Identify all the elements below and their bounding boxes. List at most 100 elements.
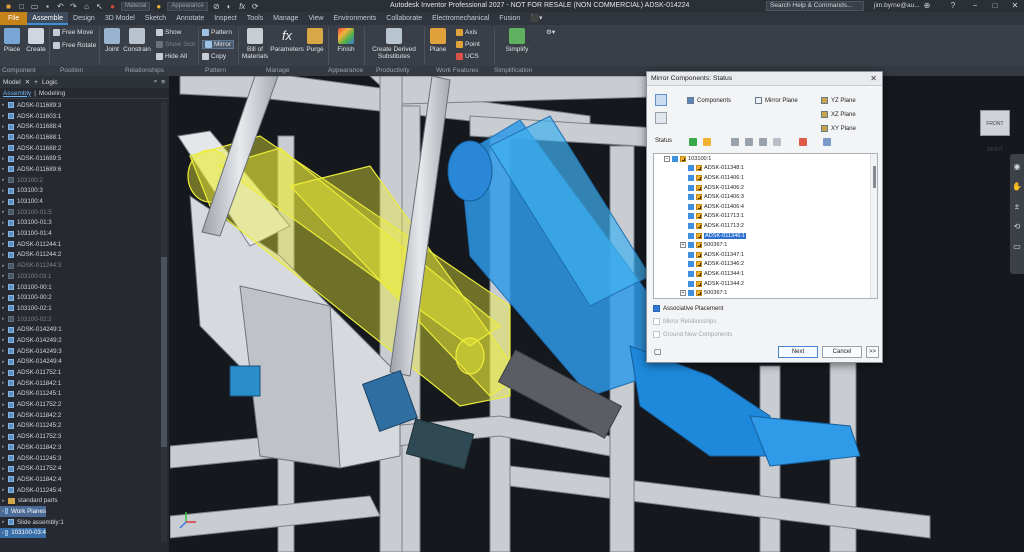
browser-tree-item[interactable]: ▸ ADSK-011245:1 <box>0 389 168 400</box>
tab-collaborate[interactable]: Collaborate <box>381 12 427 25</box>
tab-3d-model[interactable]: 3D Model <box>100 12 140 25</box>
browser-tree-item[interactable]: ▸ ADSK-011842:4 <box>0 474 168 485</box>
tab-fusion[interactable]: Fusion <box>494 12 525 25</box>
mirror-tree-item[interactable]: ADSK-011713:2 <box>654 221 877 231</box>
mirror-status-icon[interactable] <box>696 213 702 220</box>
expand-more-button[interactable]: >> <box>866 346 879 358</box>
appearance-ball-icon[interactable]: ● <box>154 2 163 11</box>
cart-icon[interactable]: ⊕ <box>920 0 934 12</box>
pan-hand-icon[interactable]: ✋ <box>1010 180 1024 194</box>
browser-tree-item[interactable]: ▸ ADSK-011689:3 <box>0 100 168 111</box>
mirror-tree-item[interactable]: ADSK-011346:2 <box>654 260 877 270</box>
constrain-button[interactable]: Constrain <box>123 28 151 53</box>
simplify-button[interactable]: Simplify <box>503 28 531 53</box>
mirror-status-icon[interactable] <box>696 270 702 277</box>
panel-label-position[interactable]: Position <box>60 67 83 74</box>
browser-tree-item[interactable]: ▸ ADSK-011689:5 <box>0 153 168 164</box>
open-folder-icon[interactable]: ▭ <box>30 2 39 11</box>
mirror-status-icon[interactable] <box>680 155 686 162</box>
browser-tree-item[interactable]: ▸ ADSK-011244:1 <box>0 239 168 250</box>
status-mirror-alt-icon[interactable] <box>759 138 767 146</box>
tree-expander-icon[interactable]: + <box>680 242 686 249</box>
dialog-close-icon[interactable]: ✕ <box>870 74 877 83</box>
browser-tree-item[interactable]: ▸ ADSK-011244:2 <box>0 250 168 261</box>
place-button[interactable]: Place <box>3 28 21 53</box>
mirror-tree-item[interactable]: ADSK-011406:3 <box>654 192 877 202</box>
assembly-3d-view[interactable] <box>170 76 1024 552</box>
browser-tree-item[interactable]: ▸ 103100:03:1 <box>0 271 168 282</box>
clear-override-icon[interactable]: ⊘ <box>212 2 221 11</box>
adjust-icon[interactable]: ◐ <box>225 2 234 11</box>
file-names-tab-icon[interactable] <box>655 112 667 124</box>
maximize-icon[interactable]: □ <box>988 0 1002 12</box>
status-preview-icon[interactable] <box>823 138 831 146</box>
panel-label-pattern[interactable]: Pattern <box>205 67 226 74</box>
new-file-icon[interactable]: □ <box>17 2 26 11</box>
undo-icon[interactable]: ↶ <box>56 2 65 11</box>
tab-tools[interactable]: Tools <box>242 12 268 25</box>
mirror-status-icon[interactable] <box>696 222 702 229</box>
redo-icon[interactable]: ↷ <box>69 2 78 11</box>
ground-new-components-box[interactable] <box>653 331 660 338</box>
look-at-icon[interactable]: ▭ <box>1010 240 1024 254</box>
browser-tree-item[interactable]: ▸ ADSK-011842:1 <box>0 378 168 389</box>
tree-expander-icon[interactable]: − <box>664 155 670 162</box>
mirror-status-icon[interactable] <box>696 242 702 249</box>
mirror-tree-item[interactable]: ADSK-011713:1 <box>654 212 877 222</box>
update-icon[interactable]: ⟳ <box>251 2 260 11</box>
minimize-icon[interactable]: − <box>968 0 982 12</box>
create-button[interactable]: Create <box>25 28 47 53</box>
free-move-button[interactable]: Free Move <box>53 29 93 36</box>
tab-view[interactable]: View <box>303 12 328 25</box>
show-sick-button[interactable]: Show Sick <box>156 41 195 48</box>
browser-tree-item[interactable]: ▸ 103100-01:5 <box>0 207 168 218</box>
dialog-tree-scrollbar[interactable] <box>870 154 877 298</box>
browser-tree-item[interactable]: ▸ 103100-02:2 <box>0 314 168 325</box>
orbit-icon[interactable]: ⟲ <box>1010 220 1024 234</box>
browser-tree-item[interactable]: ▸ ADSK-014249:1 <box>0 324 168 335</box>
mirror-tree-item[interactable]: +500367:1 <box>654 288 877 298</box>
browser-tree-item[interactable]: ▸ 103100-00:1 <box>0 282 168 293</box>
color-icon[interactable]: ● <box>108 2 117 11</box>
panel-label-relationships[interactable]: Relationships <box>125 67 164 74</box>
cancel-button[interactable]: Cancel <box>822 346 862 358</box>
browser-tree-item[interactable]: ▸ ADSK-011603:1 <box>0 111 168 122</box>
browser-tree-item[interactable]: ▸ ADSK-011688:4 <box>0 121 168 132</box>
status-mirror-icon[interactable] <box>703 138 711 146</box>
mirror-status-icon[interactable] <box>696 261 702 268</box>
browser-tree-item[interactable]: ▸ 103100-03:4 <box>0 527 46 539</box>
browser-tree-item[interactable]: ▸ Work Planes <box>0 506 46 517</box>
joint-button[interactable]: Joint <box>103 28 121 53</box>
tab-inspect[interactable]: Inspect <box>209 12 242 25</box>
app-logo-icon[interactable]: ■ <box>4 2 13 11</box>
material-dropdown[interactable]: Material <box>121 1 151 11</box>
tab-environments[interactable]: Environments <box>328 12 381 25</box>
mirror-status-icon[interactable] <box>696 203 702 210</box>
browser-tree-item[interactable]: ▸ 103100-01:4 <box>0 228 168 239</box>
browser-tree-item[interactable]: ▸ 103100-01:3 <box>0 218 168 229</box>
browser-scroll-thumb[interactable] <box>161 257 167 447</box>
browser-tree-item[interactable]: ▸ ADSK-011244:3 <box>0 260 168 271</box>
ground-new-components-checkbox[interactable]: Ground New Components <box>653 331 732 338</box>
ribbon-options-icon[interactable]: ⚙▾ <box>546 28 555 36</box>
browser-tree-item[interactable]: ▸ standard parts <box>0 495 168 506</box>
bill-of-materials-button[interactable]: Bill of Materials <box>240 28 270 60</box>
xz-plane-option[interactable]: XZ Plane <box>821 111 856 118</box>
tab-file[interactable]: File <box>0 12 28 25</box>
mirror-relationships-checkbox[interactable]: Mirror Relationships <box>653 318 716 325</box>
browser-tree-item[interactable]: ▸ 103100-00:2 <box>0 292 168 303</box>
mirror-tree-item[interactable]: ADSK-011346:1 <box>654 231 877 241</box>
next-button[interactable]: Next <box>778 346 818 358</box>
components-selector[interactable]: Components <box>687 97 731 104</box>
mirror-tree-item[interactable]: − 103100:1 <box>654 154 877 164</box>
yz-plane-option[interactable]: YZ Plane <box>821 97 856 104</box>
finish-appearance-button[interactable]: Finish <box>334 28 358 53</box>
browser-menu-icon[interactable]: ≡ <box>161 79 165 86</box>
hide-all-button[interactable]: Hide All <box>156 53 187 60</box>
browser-tree-item[interactable]: ▸ ADSK-011842:2 <box>0 410 168 421</box>
mirror-tree-item[interactable]: ADSK-011406:2 <box>654 183 877 193</box>
mirror-tree-item[interactable]: ADSK-011344:2 <box>654 279 877 289</box>
mirror-relationships-box[interactable] <box>653 318 660 325</box>
copy-button[interactable]: Copy <box>202 53 226 60</box>
dialog-help-icon[interactable]: ▢ <box>654 347 662 356</box>
